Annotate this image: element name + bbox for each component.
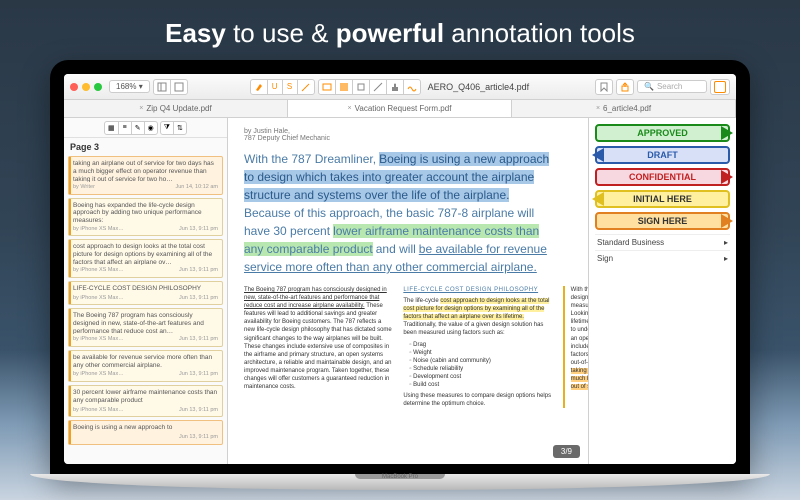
list-item: Schedule reliability [409, 365, 552, 373]
list-item: Development cost [409, 373, 552, 381]
view-mode-button[interactable] [170, 79, 188, 95]
list-item: Drag [409, 341, 552, 349]
stamp-initial-here[interactable]: INITIAL HERE [595, 190, 730, 208]
lead-paragraph: With the 787 Dreamliner, Boeing is using… [244, 150, 554, 276]
stamp-confidential[interactable]: CONFIDENTIAL [595, 168, 730, 186]
sidebar-view-thumbnails-button[interactable]: ▦ [104, 121, 119, 135]
document-tabs: ×Zip Q4 Update.pdf ×Vacation Request For… [64, 100, 736, 118]
laptop-frame: 168% ▾ U S [50, 60, 750, 490]
annotation-item[interactable]: be available for revenue service more of… [68, 350, 223, 382]
tab-1[interactable]: ×Vacation Request Form.pdf [288, 100, 512, 117]
list-item: Noise (cabin and community) [409, 357, 552, 365]
signature-tool-button[interactable] [403, 79, 421, 95]
sidebar-view-outline-button[interactable]: ≡ [118, 121, 132, 135]
column-2: LIFE-CYCLE COST DESIGN PHILOSOPHY The li… [403, 286, 552, 408]
pen-tool-button[interactable] [297, 79, 315, 95]
text-box-tool-button[interactable] [318, 79, 336, 95]
line-tool-button[interactable] [369, 79, 387, 95]
close-tab-icon[interactable]: × [348, 105, 352, 112]
stamp-category-sign[interactable]: Sign▸ [595, 250, 730, 266]
document-viewport[interactable]: by Justin Hale,787 Deputy Chief Mechanic… [228, 118, 736, 464]
annotation-item[interactable]: Boeing is using a new approach toJun 13,… [68, 420, 223, 444]
list-item: Weight [409, 349, 552, 357]
close-tab-icon[interactable]: × [139, 105, 143, 112]
column-1: The Boeing 787 program has consciously d… [244, 286, 393, 408]
shape-tool-button[interactable] [352, 79, 370, 95]
toolbar: 168% ▾ U S [64, 74, 736, 100]
stamps-panel: APPROVED DRAFT CONFIDENTIAL INITIAL HERE… [588, 118, 736, 464]
stamp-category-standard[interactable]: Standard Business▸ [595, 234, 730, 250]
app-window: 168% ▾ U S [64, 74, 736, 464]
laptop-label: MacBook Pro [0, 474, 800, 480]
sidebar-filter-button[interactable]: ⧩ [160, 121, 174, 135]
page-section-label: Page 3 [64, 138, 227, 156]
highlight-tool-button[interactable] [250, 79, 268, 95]
annotation-item[interactable]: taking an airplane out of service for tw… [68, 156, 223, 195]
stamp-tool-button[interactable] [386, 79, 404, 95]
stamp-sign-here[interactable]: SIGN HERE [595, 212, 730, 230]
underline-tool-button[interactable]: U [267, 79, 283, 95]
sidebar-sort-button[interactable]: ⇅ [173, 121, 187, 135]
list-item: Build cost [409, 381, 552, 389]
tab-0[interactable]: ×Zip Q4 Update.pdf [64, 100, 288, 117]
chevron-right-icon: ▸ [724, 238, 728, 247]
strikethrough-tool-button[interactable]: S [282, 79, 298, 95]
stamp-approved[interactable]: APPROVED [595, 124, 730, 142]
hero-headline: Easy to use & powerful annotation tools [0, 18, 800, 49]
sidebar-toggle-button[interactable] [153, 79, 171, 95]
zoom-level[interactable]: 168% ▾ [109, 80, 150, 93]
chevron-right-icon: ▸ [724, 254, 728, 263]
annotation-item[interactable]: The Boeing 787 program has consciously d… [68, 308, 223, 347]
bookmark-button[interactable] [595, 79, 613, 95]
close-window-button[interactable] [70, 83, 78, 91]
annotation-item[interactable]: Boeing has expanded the life-cycle desig… [68, 198, 223, 237]
stamps-panel-button[interactable] [710, 79, 730, 95]
annotations-sidebar: ▦ ≡ ✎ ◉ ⧩ ⇅ Page 3 taking an airplane [64, 118, 228, 464]
search-icon: 🔍 [644, 82, 654, 91]
note-tool-button[interactable] [335, 79, 353, 95]
fullscreen-window-button[interactable] [94, 83, 102, 91]
tab-2[interactable]: ×6_article4.pdf [512, 100, 736, 117]
annotation-item[interactable]: 30 percent lower airframe maintenance co… [68, 385, 223, 417]
window-controls [70, 83, 102, 91]
sidebar-view-annotations-button[interactable]: ✎ [131, 121, 145, 135]
sidebar-view-bookmarks-button[interactable]: ◉ [144, 121, 158, 135]
document-title: AERO_Q406_article4.pdf [428, 82, 530, 92]
close-tab-icon[interactable]: × [596, 105, 600, 112]
minimize-window-button[interactable] [82, 83, 90, 91]
stamp-draft[interactable]: DRAFT [595, 146, 730, 164]
page-indicator: 3/9 [553, 445, 580, 458]
annotation-item[interactable]: LIFE-CYCLE COST DESIGN PHILOSOPHYby iPho… [68, 281, 223, 305]
search-input[interactable]: 🔍 Search [637, 80, 707, 93]
share-button[interactable] [616, 79, 634, 95]
annotation-item[interactable]: cost approach to design looks at the tot… [68, 239, 223, 278]
